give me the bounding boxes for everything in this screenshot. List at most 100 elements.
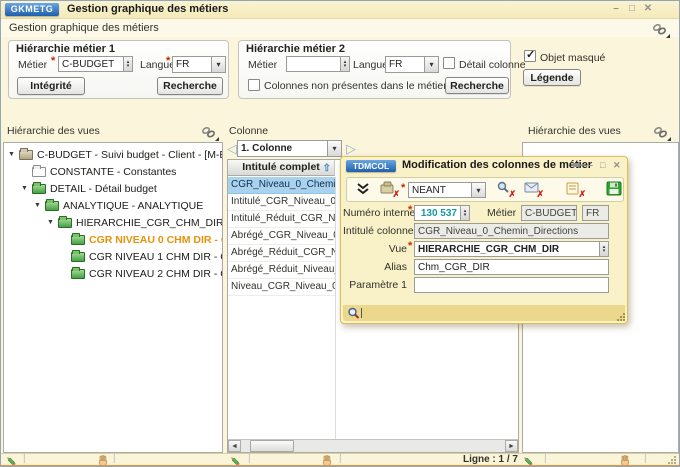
- link-icon[interactable]: [652, 23, 668, 36]
- dialog-metier-value: C-BUDGET: [522, 208, 576, 219]
- column-list-item[interactable]: Intitulé_CGR_Niveau_0_Chem: [228, 194, 335, 211]
- chevron-down-icon[interactable]: ▾: [424, 57, 438, 72]
- archive-delete-icon[interactable]: ✗: [566, 181, 583, 197]
- mode-select[interactable]: NEANT ▾: [408, 182, 486, 198]
- group2-recherche-button[interactable]: Recherche: [445, 77, 509, 94]
- view-tree: ▼ C-BUDGET - Suivi budget - Client - [M-B…: [4, 146, 222, 282]
- line-counter: Ligne : 1 / 7: [431, 454, 518, 465]
- collapse-all-icon[interactable]: [356, 182, 373, 198]
- window-resize-grip[interactable]: [667, 455, 677, 465]
- group2-metier-field[interactable]: ▴▾: [286, 56, 350, 72]
- view-hierarchy-panel: ▼ C-BUDGET - Suivi budget - Client - [M-B…: [3, 142, 223, 453]
- group2-langue-select[interactable]: FR ▾: [385, 56, 439, 73]
- tree-item-label: C-BUDGET - Suivi budget - Client - [M-BU…: [37, 149, 223, 161]
- close-icon[interactable]: ✕: [613, 160, 621, 171]
- chevron-down-icon[interactable]: ▾: [327, 141, 341, 156]
- column-list-item[interactable]: Abrégé_CGR_Niveau_0_Chemi: [228, 228, 335, 245]
- status-separator: |: [248, 453, 251, 464]
- search-delete-icon[interactable]: ✗: [496, 181, 513, 197]
- dialog-resize-grip[interactable]: [616, 312, 625, 321]
- lookup-spinner-icon[interactable]: ▴▾: [123, 57, 132, 71]
- maximize-icon[interactable]: □: [600, 160, 605, 170]
- colonnes-non-presentes-checkbox[interactable]: [248, 79, 260, 91]
- chevron-down-icon[interactable]: ▾: [211, 57, 225, 72]
- dialog-search-bar[interactable]: [343, 305, 625, 321]
- left-panel-title: Hiérarchie des vues: [7, 125, 100, 137]
- scroll-right-icon[interactable]: ►: [505, 440, 518, 452]
- link-icon[interactable]: [201, 126, 217, 139]
- expander-icon[interactable]: ▼: [8, 151, 19, 158]
- pin-icon[interactable]: [572, 160, 585, 172]
- tree-item[interactable]: ▼ C-BUDGET - Suivi budget - Client - [M-B…: [4, 146, 222, 163]
- column-list-item[interactable]: Abrégé_Réduit_Niveau_CGR_N: [228, 262, 335, 279]
- chevron-down-icon[interactable]: ▾: [471, 183, 485, 197]
- sort-ascending-icon[interactable]: ⇧: [323, 161, 331, 176]
- required-asterisk: *: [408, 240, 412, 252]
- tree-item[interactable]: CGR NIVEAU 2 CHM DIR - CGR niveau 2 chem…: [4, 265, 222, 282]
- scroll-left-icon[interactable]: ◄: [228, 440, 241, 452]
- tree-item[interactable]: ▼ HIERARCHIE_CGR_CHM_DIR - Hiérarchie CGR…: [4, 214, 222, 231]
- dialog-toolbar: ✗ * NEANT ▾ ✗ ✗ ✗: [346, 177, 624, 202]
- required-asterisk: *: [166, 55, 170, 67]
- dialog-title: Modification des colonnes de métier: [402, 159, 592, 171]
- lookup-spinner-icon[interactable]: ▴▾: [340, 57, 349, 71]
- alias-field[interactable]: Chm_CGR_DIR: [414, 259, 609, 275]
- expander-icon[interactable]: ▼: [47, 219, 58, 226]
- numero-interne-field[interactable]: 130 537 ▴▾: [414, 205, 470, 221]
- group1-recherche-button[interactable]: Recherche: [157, 77, 223, 95]
- close-icon[interactable]: ✕: [643, 3, 653, 14]
- group1-langue-select[interactable]: FR ▾: [172, 56, 226, 73]
- tree-item[interactable]: CGR NIVEAU 1 CHM DIR - CGR niveau 1 chem…: [4, 248, 222, 265]
- parametre1-field[interactable]: [414, 277, 609, 293]
- minimize-icon[interactable]: –: [611, 3, 621, 14]
- tree-item[interactable]: ▼DETAIL - Détail budget: [4, 180, 222, 197]
- hierarchie-metier-1-group: Hiérarchie métier 1 Métier * C-BUDGET ▴▾…: [8, 40, 229, 99]
- tree-item[interactable]: ▼ANALYTIQUE - ANALYTIQUE: [4, 197, 222, 214]
- expander-icon[interactable]: ▼: [34, 202, 45, 209]
- expander-icon[interactable]: ▼: [21, 185, 32, 192]
- scrollbar-thumb[interactable]: [250, 440, 294, 452]
- next-column-icon[interactable]: ▷: [346, 141, 356, 157]
- lookup-spinner-icon[interactable]: ▴▾: [599, 242, 608, 256]
- dialog-langue-value: FR: [583, 208, 608, 219]
- tree-item-label: CGR NIVEAU 2 CHM DIR - CGR niveau 2 chem…: [89, 268, 223, 280]
- tree-item[interactable]: CONSTANTE - Constantes: [4, 163, 222, 180]
- vue-field[interactable]: HIERARCHIE_CGR_CHM_DIR ▴▾: [414, 241, 609, 257]
- group1-metier-field[interactable]: C-BUDGET ▴▾: [58, 56, 133, 72]
- column-list-item[interactable]: Abrégé_Réduit_CGR_Niveau_0: [228, 245, 335, 262]
- tree-item[interactable]: CGR NIVEAU 0 CHM DIR - CGR niveau 0 chem…: [4, 231, 222, 248]
- folder-icon: [45, 201, 59, 211]
- legende-button[interactable]: Légende: [523, 69, 581, 86]
- intitule-colonne-field: CGR_Niveau_0_Chemin_Directions: [414, 223, 609, 239]
- previous-column-icon[interactable]: ◁: [227, 141, 237, 157]
- hierarchie-metier-2-group: Hiérarchie métier 2 Métier ▴▾ Langue FR …: [238, 40, 511, 99]
- group1-title: Hiérarchie métier 1: [16, 43, 115, 55]
- minimize-icon[interactable]: –: [588, 160, 593, 170]
- column-selector[interactable]: 1. Colonne ▾: [237, 140, 342, 157]
- tree-item-label: HIERARCHIE_CGR_CHM_DIR - Hiérarchie CGR …: [76, 217, 223, 229]
- save-icon[interactable]: [606, 181, 623, 197]
- horizontal-scrollbar[interactable]: ◄ ►: [228, 439, 518, 452]
- column-separator: [335, 177, 336, 439]
- detach-delete-icon[interactable]: ✗: [380, 181, 397, 197]
- vue-value: HIERARCHIE_CGR_CHM_DIR: [415, 244, 599, 255]
- right-panel-title: Hiérarchie des vues: [528, 125, 621, 137]
- required-asterisk: *: [408, 204, 412, 216]
- numero-interne-label: Numéro interne: [343, 207, 407, 219]
- column-header-label: Intitulé complet: [242, 161, 320, 173]
- colonnes-non-presentes-label: Colonnes non présentes dans le métier 1: [264, 80, 455, 92]
- link-icon[interactable]: [653, 126, 669, 139]
- intitule-colonne-value: CGR_Niveau_0_Chemin_Directions: [415, 226, 608, 237]
- column-list-item[interactable]: CGR_Niveau_0_Chemin_Direc: [228, 177, 335, 194]
- lookup-spinner-icon[interactable]: ▴▾: [460, 206, 469, 220]
- column-list-item[interactable]: Niveau_CGR_Niveau_0_Chem: [228, 279, 335, 296]
- column-list-item[interactable]: Intitulé_Réduit_CGR_Niveau_: [228, 211, 335, 228]
- column-header-cell[interactable]: Intitulé complet ⇧: [228, 160, 335, 176]
- tree-item-label: CGR NIVEAU 1 CHM DIR - CGR niveau 1 chem…: [89, 251, 223, 263]
- detail-colonne-checkbox[interactable]: [443, 57, 455, 69]
- objet-masque-checkbox[interactable]: [524, 50, 536, 62]
- maximize-icon[interactable]: □: [627, 3, 637, 14]
- page-title: Gestion graphique des métiers: [9, 22, 159, 34]
- integrite-button[interactable]: Intégrité: [17, 77, 85, 95]
- mail-delete-icon[interactable]: ✗: [524, 181, 541, 197]
